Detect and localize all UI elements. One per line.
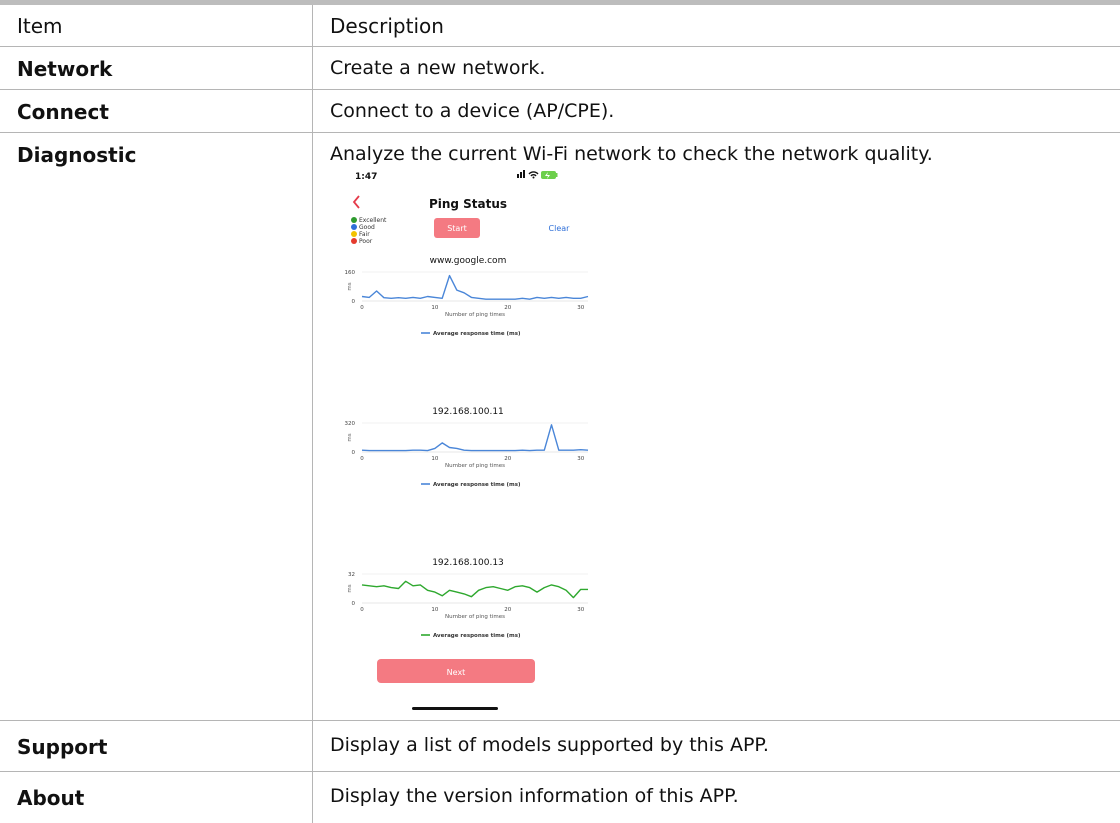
x-tick-label: 10	[431, 305, 438, 311]
header-item: Item	[17, 14, 63, 38]
column-divider	[312, 5, 313, 823]
row-description: Create a new network.	[330, 57, 546, 79]
x-axis-label: Number of ping times	[445, 614, 505, 620]
x-tick-label: 0	[360, 456, 364, 462]
y-tick-label: 0	[352, 450, 356, 456]
home-indicator	[412, 707, 498, 710]
x-tick-label: 10	[431, 607, 438, 613]
x-tick-label: 30	[577, 456, 584, 462]
ping-chart: www.google.com 0 160 ms 0 10 20 30 Number of pin…	[345, 256, 589, 337]
table-row: Diagnostic Analyze the current Wi-Fi net…	[0, 133, 1120, 721]
back-chevron-icon[interactable]	[352, 195, 360, 209]
row-description: Analyze the current Wi-Fi network to che…	[330, 143, 933, 165]
legend-excellent: Excellent	[359, 217, 387, 224]
legend-poor: Poor	[359, 238, 373, 245]
phone-screenshot: 1:47 Ping Status Excellent Good Fair Poo…	[342, 165, 592, 715]
row-description: Display a list of models supported by th…	[330, 734, 769, 756]
screen-title: Ping Status	[429, 197, 507, 211]
x-axis-label: Number of ping times	[445, 463, 505, 469]
x-tick-label: 30	[577, 305, 584, 311]
row-item: About	[17, 786, 85, 810]
table-row: Connect Connect to a device (AP/CPE).	[0, 90, 1120, 133]
x-axis-label: Number of ping times	[445, 312, 505, 318]
series-legend-label: Average response time (ms)	[433, 482, 521, 488]
table-row: Network Create a new network.	[0, 47, 1120, 90]
row-item: Diagnostic	[17, 143, 137, 167]
table-row: About Display the version information of…	[0, 772, 1120, 823]
chart-title: www.google.com	[430, 256, 507, 266]
y-tick-label: 0	[352, 299, 356, 305]
start-button-label: Start	[447, 224, 467, 233]
x-tick-label: 20	[504, 305, 511, 311]
y-tick-label: 320	[345, 421, 356, 427]
x-tick-label: 0	[360, 607, 364, 613]
row-item: Support	[17, 735, 108, 759]
x-tick-label: 0	[360, 305, 364, 311]
series-line	[361, 424, 589, 452]
ping-chart: 192.168.100.13 0 32 ms 0 10 20 30 Number of ping…	[347, 558, 588, 639]
start-button[interactable]: Start	[434, 218, 480, 238]
row-item: Network	[17, 57, 113, 81]
table-row: Support Display a list of models support…	[0, 721, 1120, 772]
next-button[interactable]: Next	[377, 659, 535, 683]
series-line	[361, 580, 588, 599]
quality-legend: Excellent Good Fair Poor	[351, 217, 387, 245]
next-button-label: Next	[447, 668, 466, 677]
legend-dot-good	[351, 224, 357, 230]
series-line	[361, 274, 589, 300]
y-axis-label: ms	[347, 433, 353, 441]
header-description: Description	[330, 14, 444, 38]
ping-charts: www.google.com 0 160 ms 0 10 20 30 Number of pin…	[345, 256, 589, 639]
battery-icon	[541, 171, 558, 179]
status-time: 1:47	[355, 172, 377, 182]
chart-title: 192.168.100.11	[432, 407, 504, 417]
legend-fair: Fair	[359, 231, 370, 238]
x-tick-label: 10	[431, 456, 438, 462]
x-tick-label: 20	[504, 607, 511, 613]
y-tick-label: 0	[352, 601, 356, 607]
table-header-row: Item Description	[0, 5, 1120, 47]
series-legend-label: Average response time (ms)	[433, 633, 521, 639]
x-tick-label: 20	[504, 456, 511, 462]
y-tick-label: 32	[348, 572, 355, 578]
wifi-icon	[528, 171, 539, 179]
y-tick-label: 160	[345, 270, 356, 276]
y-axis-label: ms	[347, 584, 353, 592]
row-description: Display the version information of this …	[330, 785, 739, 807]
y-axis-label: ms	[347, 282, 353, 290]
x-tick-label: 30	[577, 607, 584, 613]
legend-dot-poor	[351, 238, 357, 244]
chart-title: 192.168.100.13	[432, 558, 504, 568]
clear-button[interactable]: Clear	[549, 224, 571, 233]
legend-dot-fair	[351, 231, 357, 237]
series-legend-label: Average response time (ms)	[433, 331, 521, 337]
row-item: Connect	[17, 100, 109, 124]
signal-icon	[517, 170, 525, 178]
legend-good: Good	[359, 224, 375, 231]
row-description: Connect to a device (AP/CPE).	[330, 100, 615, 122]
ping-chart: 192.168.100.11 0 320 ms 0 10 20 30 Number of pin…	[345, 407, 589, 488]
legend-dot-excellent	[351, 217, 357, 223]
